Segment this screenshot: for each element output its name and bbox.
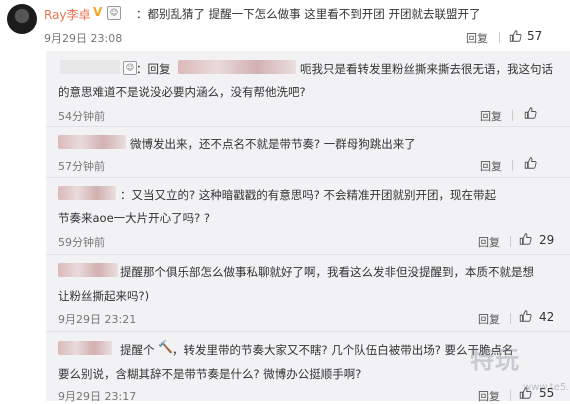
blurred-username — [58, 186, 116, 200]
like-count: 42 — [539, 310, 555, 324]
comment-text-line2: 节奏来aoe一大片开心了吗? ? — [58, 211, 211, 225]
post-timestamp: 9月29日 23:08 — [44, 32, 123, 45]
hammer-icon: 🔨 — [158, 340, 173, 354]
comment-time: 9月29日 23:17 — [58, 390, 137, 403]
comment-text-prefix: ：回复 — [136, 62, 171, 76]
reply-button[interactable]: 回复 — [478, 388, 500, 404]
post-reply-button[interactable]: 回复 — [466, 30, 488, 46]
username[interactable]: Ray李卓 — [44, 6, 91, 23]
divider — [499, 32, 500, 43]
blurred-username — [178, 60, 296, 74]
watermark-url: www.te5.com — [523, 382, 570, 393]
blurred-username — [58, 341, 112, 355]
divider — [510, 390, 511, 401]
comment-time: 57分钟前 — [58, 160, 105, 173]
comment-text: ：又当又立的? 这种暗戳戳的有意思吗? 不会精准开团就别开团，现在带起 — [120, 188, 497, 202]
blurred-username — [60, 60, 120, 74]
comment-time: 54分钟前 — [58, 110, 105, 123]
comment-text: 呃我只是看转发里粉丝撕来撕去很无语，我这句话 — [300, 62, 553, 76]
reply-button[interactable]: 回复 — [480, 158, 502, 174]
row-divider — [46, 177, 570, 178]
comment-text-line2: 的意思难道不是说没必要内涵么，没有帮他洗吧? — [58, 85, 306, 99]
emoji-icon: ☺ — [123, 61, 137, 75]
comment-time: 59分钟前 — [58, 236, 105, 249]
thumb-up-icon[interactable] — [509, 30, 522, 42]
like-count: 29 — [539, 233, 555, 247]
post-text: ：都别乱猜了 提醒一下怎么做事 这里看不到开团 开团就去联盟开了 — [136, 7, 481, 21]
blurred-username — [58, 263, 118, 277]
comment-time: 9月29日 23:21 — [58, 313, 137, 326]
comment-text: 提醒那个俱乐部怎么做事私聊就好了啊，我看这么发非但没提醒到，本质不就是想 — [120, 265, 534, 279]
divider — [512, 110, 513, 121]
thumb-up-icon[interactable] — [524, 107, 537, 119]
comment-text: 微博发出来，还不点名不就是带节奏? 一群母狗跳出来了 — [130, 137, 416, 151]
comment-text-prefix: 提醒个 — [120, 343, 155, 357]
blurred-username — [58, 135, 126, 149]
thumb-up-icon[interactable] — [519, 310, 532, 322]
vip-badge-icon: V — [93, 5, 103, 19]
comment-text-line2: 要么别说，含糊其辞不是带节奏是什么? 微博办公挺顺手啊? — [58, 367, 362, 381]
divider — [512, 160, 513, 171]
thumb-up-icon[interactable] — [524, 157, 537, 169]
top-post: Ray李卓 V ☺ ：都别乱猜了 提醒一下怎么做事 这里看不到开团 开团就去联盟… — [0, 0, 570, 50]
divider — [510, 313, 511, 324]
avatar[interactable] — [7, 4, 37, 34]
reply-button[interactable]: 回复 — [480, 108, 502, 124]
reply-button[interactable]: 回复 — [478, 311, 500, 327]
comment-text-line2: 让粉丝撕起来吗?) — [58, 289, 150, 303]
thumb-up-icon[interactable] — [519, 233, 532, 245]
reply-button[interactable]: 回复 — [478, 234, 500, 250]
emoji-icon: ☺ — [107, 6, 121, 20]
divider — [510, 236, 511, 247]
comment-text: ，转发里带的节奏大家又不瞎? 几个队伍白被带出场? 要么干脆点名 — [172, 343, 514, 357]
row-divider — [46, 254, 570, 255]
watermark-logo: 特玩 — [470, 346, 520, 374]
row-divider — [46, 126, 570, 127]
row-divider — [46, 331, 570, 332]
post-like-count: 57 — [527, 29, 543, 43]
